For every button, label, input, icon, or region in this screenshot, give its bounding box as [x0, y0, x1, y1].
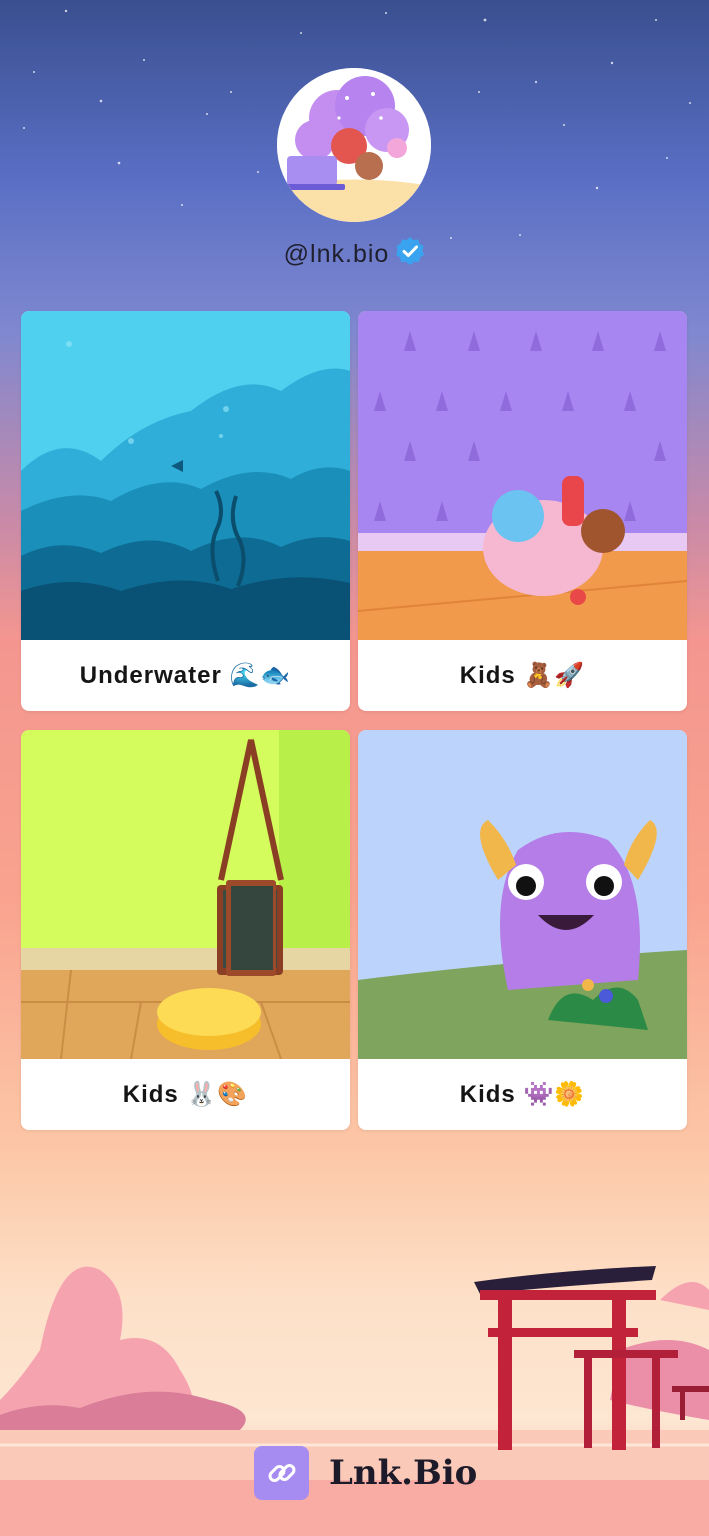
profile-handle-row: @lnk.bio	[0, 236, 709, 273]
card-label: Kids 🧸🚀	[459, 662, 586, 689]
link-icon	[254, 1446, 309, 1500]
chalkboard-thumbnail	[21, 730, 350, 1059]
card-label: Underwater 🌊🐟	[79, 662, 292, 689]
profile-handle[interactable]: @lnk.bio	[284, 240, 390, 268]
link-card-kids-monster[interactable]: Kids 👾🌼	[358, 730, 687, 1130]
profile-avatar[interactable]	[277, 68, 431, 222]
card-label: Kids 👾🌼	[459, 1081, 586, 1108]
link-card-underwater[interactable]: Underwater 🌊🐟	[21, 311, 350, 711]
footer-brand[interactable]: Lnk.Bio	[254, 1446, 477, 1500]
monster-thumbnail	[358, 730, 687, 1059]
toy-basket-thumbnail	[358, 311, 687, 640]
underwater-thumbnail	[21, 311, 350, 640]
link-card-kids-toys[interactable]: Kids 🧸🚀	[358, 311, 687, 711]
avatar-illustration	[277, 68, 431, 222]
verified-badge-icon	[395, 236, 425, 273]
link-card-kids-art[interactable]: Kids 🐰🎨	[21, 730, 350, 1130]
card-label: Kids 🐰🎨	[122, 1081, 249, 1108]
brand-name: Lnk.Bio	[329, 1453, 478, 1493]
